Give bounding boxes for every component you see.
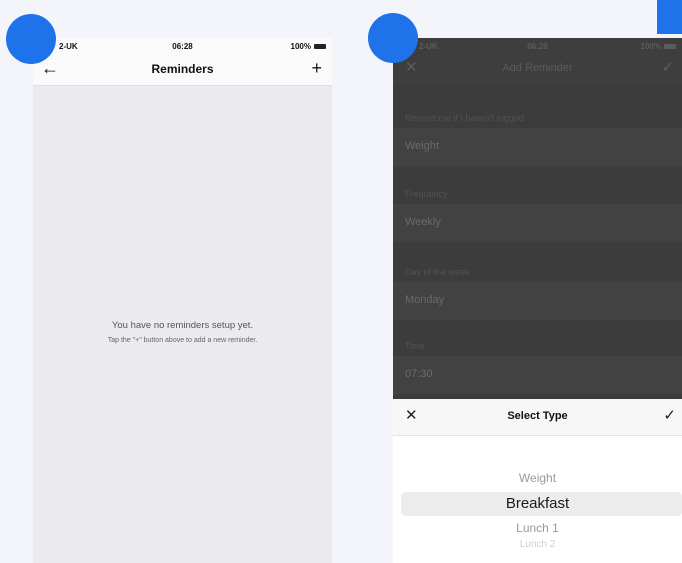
picker-option[interactable]: Lunch 2 <box>393 539 682 550</box>
status-time: 06:28 <box>527 42 548 51</box>
add-reminder-screen: 2-UK 06:28 100% ✕ Add Reminder ✓ Remind … <box>393 38 682 563</box>
day-value: Monday <box>405 294 445 306</box>
empty-state-title: You have no reminders setup yet. <box>111 320 254 331</box>
status-bar: 2-UK 06:28 100% <box>33 38 332 55</box>
status-battery: 100% <box>641 42 676 51</box>
remind-type-field[interactable]: Weight <box>393 128 682 166</box>
battery-percent: 100% <box>640 42 661 51</box>
status-time: 06:28 <box>172 42 193 51</box>
time-field[interactable]: 07:30 <box>393 356 682 394</box>
sheet-header: ✕ Select Type ✓ <box>393 399 682 436</box>
step-marker-1 <box>6 14 56 64</box>
day-field[interactable]: Monday <box>393 282 682 320</box>
step-marker-2 <box>368 13 418 63</box>
frequency-field[interactable]: Weekly <box>393 204 682 242</box>
check-icon[interactable]: ✓ <box>661 58 674 78</box>
time-value: 07:30 <box>405 368 433 380</box>
nav-bar: ← Reminders + <box>33 55 332 86</box>
nav-bar: ✕ Add Reminder ✓ <box>393 55 682 85</box>
page-title: Add Reminder <box>502 62 573 74</box>
check-icon[interactable]: ✓ <box>663 406 676 424</box>
page-title: Reminders <box>151 62 214 76</box>
picker-option-selected[interactable]: Breakfast <box>393 495 682 512</box>
sheet-title: Select Type <box>507 410 568 422</box>
reminders-screen: 2-UK 06:28 100% ← Reminders + You have n… <box>33 38 332 563</box>
remind-type-value: Weight <box>405 140 440 152</box>
empty-state: You have no reminders setup yet. Tap the… <box>33 320 332 344</box>
time-label: Time <box>405 341 425 351</box>
select-type-sheet: ✕ Select Type ✓ Weight Breakfast Lunch 1… <box>393 399 682 563</box>
status-bar: 2-UK 06:28 100% <box>393 38 682 55</box>
frequency-label: Frequency <box>405 189 448 199</box>
empty-state-hint: Tap the "+" button above to add a new re… <box>107 337 258 344</box>
frequency-value: Weekly <box>405 216 441 228</box>
picker-option[interactable]: Lunch 1 <box>393 521 682 535</box>
battery-percent: 100% <box>290 42 311 51</box>
picker-option[interactable]: Weight <box>393 471 682 485</box>
corner-accent <box>657 0 682 34</box>
plus-icon[interactable]: + <box>311 58 322 78</box>
status-battery: 100% <box>291 42 326 51</box>
remind-label: Remind me if I haven't logged <box>405 113 524 123</box>
day-label: Day of the week <box>405 267 470 277</box>
battery-icon <box>314 44 326 49</box>
battery-icon <box>664 44 676 49</box>
